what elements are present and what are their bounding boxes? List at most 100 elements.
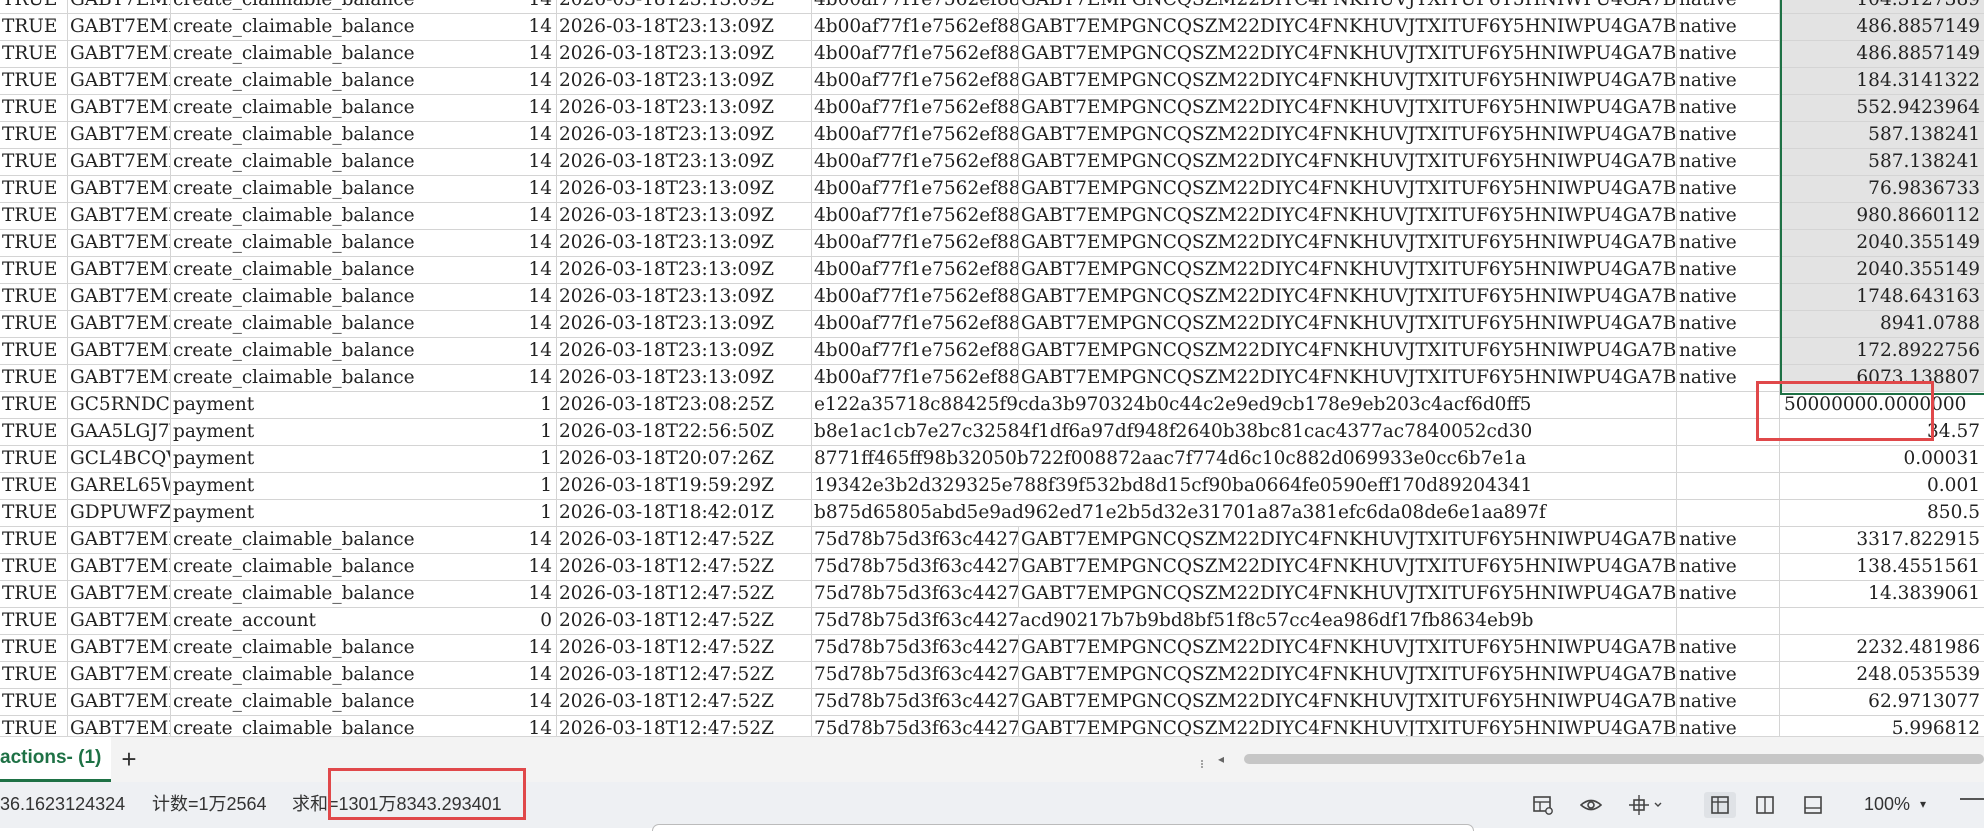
cell-amount[interactable]: 0.00031 bbox=[1780, 446, 1984, 472]
crosshair-icon[interactable] bbox=[1626, 792, 1666, 818]
table-row[interactable]: TRUEGABT7EMPGcreate_claimable_balance142… bbox=[0, 581, 1984, 608]
cell-asset[interactable]: native bbox=[1676, 14, 1780, 40]
sheet-tab[interactable]: actions- (1) bbox=[0, 737, 112, 782]
cell-op-count[interactable]: 14 bbox=[453, 284, 557, 310]
cell-timestamp[interactable]: 2026-03-18T23:13:09Z bbox=[557, 149, 812, 175]
cell-amount[interactable]: 486.8857149 bbox=[1780, 41, 1984, 67]
cell-success[interactable]: TRUE bbox=[0, 311, 68, 337]
table-row[interactable]: TRUEGABT7EMPGcreate_claimable_balance142… bbox=[0, 122, 1984, 149]
cell-success[interactable]: TRUE bbox=[0, 689, 68, 715]
table-row[interactable]: TRUEGABT7EMPGcreate_claimable_balance142… bbox=[0, 311, 1984, 338]
cell-success[interactable]: TRUE bbox=[0, 365, 68, 391]
cell-source-account[interactable]: GABT7EMPG bbox=[68, 95, 171, 121]
cell-asset[interactable]: native bbox=[1676, 716, 1780, 736]
cell-claimant-account[interactable]: GABT7EMPGNCQSZM22DIYC4FNKHUVJTXITUF6Y5HN… bbox=[1018, 284, 1676, 310]
cell-operation-type[interactable]: create_claimable_balance bbox=[171, 122, 453, 148]
table-row[interactable]: TRUEGABT7EMPGcreate_claimable_balance142… bbox=[0, 203, 1984, 230]
cell-asset[interactable]: native bbox=[1676, 338, 1780, 364]
cell-operation-type[interactable]: create_claimable_balance bbox=[171, 230, 453, 256]
cell-op-count[interactable]: 14 bbox=[453, 338, 557, 364]
cell-op-count[interactable]: 14 bbox=[453, 662, 557, 688]
table-row[interactable]: TRUEGABT7EMPGcreate_claimable_balance142… bbox=[0, 257, 1984, 284]
cell-claimant-account[interactable]: GABT7EMPGNCQSZM22DIYC4FNKHUVJTXITUF6Y5HN… bbox=[1018, 338, 1676, 364]
cell-asset[interactable] bbox=[1676, 392, 1780, 418]
cell-success[interactable]: TRUE bbox=[0, 392, 68, 418]
cell-claimant-account[interactable]: GABT7EMPGNCQSZM22DIYC4FNKHUVJTXITUF6Y5HN… bbox=[1018, 554, 1676, 580]
cell-source-account[interactable]: GDPUWFZG4 bbox=[68, 500, 171, 526]
cell-success[interactable]: TRUE bbox=[0, 176, 68, 202]
cell-timestamp[interactable]: 2026-03-18T20:07:26Z bbox=[557, 446, 812, 472]
cell-operation-type[interactable]: create_claimable_balance bbox=[171, 257, 453, 283]
cell-success[interactable]: TRUE bbox=[0, 284, 68, 310]
cell-tx-hash[interactable]: 8771ff465ff98b32050b722f008872aac7f774d6… bbox=[812, 446, 1823, 472]
cell-success[interactable]: TRUE bbox=[0, 14, 68, 40]
cell-asset[interactable]: native bbox=[1676, 41, 1780, 67]
cell-amount[interactable]: 552.9423964 bbox=[1780, 95, 1984, 121]
cell-op-count[interactable]: 14 bbox=[453, 176, 557, 202]
cell-amount[interactable]: 5.996812 bbox=[1780, 716, 1984, 736]
cell-asset[interactable]: native bbox=[1676, 257, 1780, 283]
cell-op-count[interactable]: 14 bbox=[453, 257, 557, 283]
cell-operation-type[interactable]: create_claimable_balance bbox=[171, 203, 453, 229]
cell-asset[interactable]: native bbox=[1676, 95, 1780, 121]
cell-source-account[interactable]: GAREL65WK bbox=[68, 473, 171, 499]
cell-asset[interactable]: native bbox=[1676, 581, 1780, 607]
cell-amount[interactable]: 62.9713077 bbox=[1780, 689, 1984, 715]
table-row[interactable]: TRUEGABT7EMPGcreate_claimable_balance142… bbox=[0, 176, 1984, 203]
cell-source-account[interactable]: GABT7EMPG bbox=[68, 203, 171, 229]
cell-claimant-account[interactable]: GABT7EMPGNCQSZM22DIYC4FNKHUVJTXITUF6Y5HN… bbox=[1018, 176, 1676, 202]
cell-asset[interactable]: native bbox=[1676, 68, 1780, 94]
cell-timestamp[interactable]: 2026-03-18T12:47:52Z bbox=[557, 581, 812, 607]
cell-op-count[interactable]: 1 bbox=[453, 473, 557, 499]
cell-timestamp[interactable]: 2026-03-18T12:47:52Z bbox=[557, 608, 812, 634]
cell-timestamp[interactable]: 2026-03-18T18:42:01Z bbox=[557, 500, 812, 526]
cell-timestamp[interactable]: 2026-03-18T23:13:09Z bbox=[557, 230, 812, 256]
cell-operation-type[interactable]: create_claimable_balance bbox=[171, 149, 453, 175]
cell-asset[interactable] bbox=[1676, 473, 1780, 499]
cell-op-count[interactable]: 14 bbox=[453, 554, 557, 580]
cell-claimant-account[interactable]: GABT7EMPGNCQSZM22DIYC4FNKHUVJTXITUF6Y5HN… bbox=[1018, 41, 1676, 67]
cell-amount[interactable]: 980.8660112 bbox=[1780, 203, 1984, 229]
cell-source-account[interactable]: GABT7EMPG bbox=[68, 527, 171, 553]
cell-timestamp[interactable]: 2026-03-18T22:56:50Z bbox=[557, 419, 812, 445]
cell-timestamp[interactable]: 2026-03-18T23:13:09Z bbox=[557, 41, 812, 67]
cell-asset[interactable]: native bbox=[1676, 365, 1780, 391]
cell-operation-type[interactable]: payment bbox=[171, 392, 453, 418]
cell-asset[interactable] bbox=[1676, 608, 1780, 634]
cell-operation-type[interactable]: create_claimable_balance bbox=[171, 95, 453, 121]
cell-operation-type[interactable]: create_claimable_balance bbox=[171, 284, 453, 310]
table-row[interactable]: TRUEGABT7EMPGcreate_claimable_balance142… bbox=[0, 41, 1984, 68]
cell-success[interactable]: TRUE bbox=[0, 149, 68, 175]
cell-claimant-account[interactable]: GABT7EMPGNCQSZM22DIYC4FNKHUVJTXITUF6Y5HN… bbox=[1018, 0, 1676, 13]
cell-source-account[interactable]: GABT7EMPG bbox=[68, 554, 171, 580]
cell-source-account[interactable]: GAA5LGJ7Y bbox=[68, 419, 171, 445]
cell-op-count[interactable]: 1 bbox=[453, 500, 557, 526]
cell-source-account[interactable]: GABT7EMPG bbox=[68, 14, 171, 40]
cell-source-account[interactable]: GABT7EMPG bbox=[68, 716, 171, 736]
cell-asset[interactable]: native bbox=[1676, 662, 1780, 688]
cell-timestamp[interactable]: 2026-03-18T23:13:09Z bbox=[557, 0, 812, 13]
cell-asset[interactable]: native bbox=[1676, 122, 1780, 148]
page-break-view-icon[interactable] bbox=[1800, 792, 1826, 818]
cell-source-account[interactable]: GABT7EMPG bbox=[68, 0, 171, 13]
cell-amount[interactable]: 34.57 bbox=[1780, 419, 1984, 445]
cell-timestamp[interactable]: 2026-03-18T23:13:09Z bbox=[557, 311, 812, 337]
scroll-left-arrow-icon[interactable]: ◂ bbox=[1218, 749, 1224, 769]
cell-success[interactable]: TRUE bbox=[0, 716, 68, 736]
cell-source-account[interactable]: GABT7EMPG bbox=[68, 68, 171, 94]
cell-operation-type[interactable]: create_claimable_balance bbox=[171, 14, 453, 40]
table-row[interactable]: TRUE GAA5LGJ7Y payment 1 2026-03-18T22:56:50… bbox=[0, 419, 1984, 446]
cell-source-account[interactable]: GABT7EMPG bbox=[68, 230, 171, 256]
cell-op-count[interactable]: 1 bbox=[453, 446, 557, 472]
cell-success[interactable]: TRUE bbox=[0, 608, 68, 634]
table-row[interactable]: TRUEGABT7EMPGcreate_claimable_balance142… bbox=[0, 230, 1984, 257]
cell-tx-hash[interactable]: 19342e3b2d329325e788f39f532bd8d15cf90ba0… bbox=[812, 473, 1823, 499]
cell-amount[interactable]: 587.138241 bbox=[1780, 122, 1984, 148]
cell-tx-hash[interactable]: b875d65805abd5e9ad962ed71e2b5d32e31701a8… bbox=[812, 500, 1823, 526]
cell-success[interactable]: TRUE bbox=[0, 257, 68, 283]
cell-op-count[interactable]: 14 bbox=[453, 203, 557, 229]
cell-success[interactable]: TRUE bbox=[0, 554, 68, 580]
cell-success[interactable]: TRUE bbox=[0, 473, 68, 499]
cell-timestamp[interactable]: 2026-03-18T23:13:09Z bbox=[557, 284, 812, 310]
cell-op-count[interactable]: 0 bbox=[453, 608, 557, 634]
